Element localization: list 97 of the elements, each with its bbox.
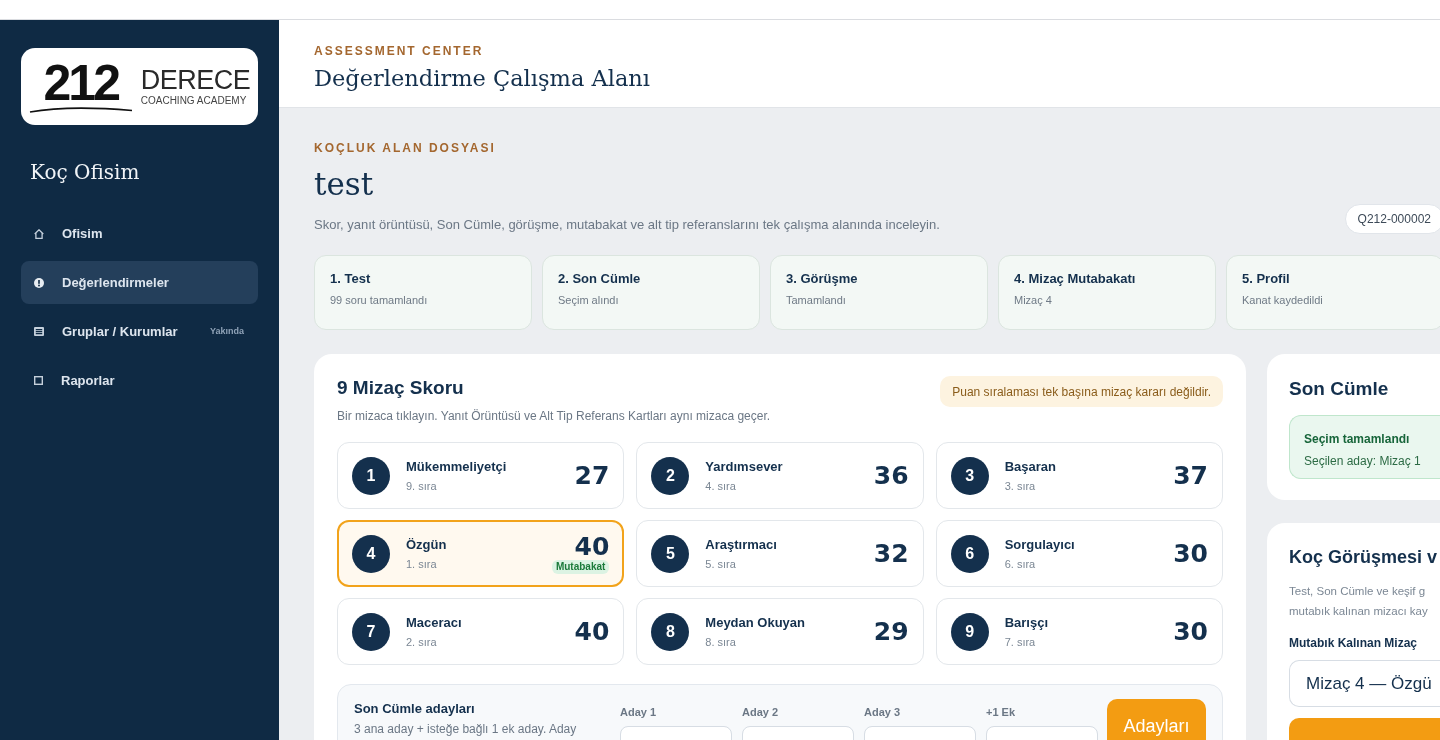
temperament-rank: 2. sıra — [406, 635, 438, 649]
temperament-tile[interactable]: 3 Başaran 3. sıra 37 — [935, 442, 1223, 509]
sidebar-item[interactable]: Ofisim — [21, 212, 258, 255]
temperament-score: 40 — [574, 533, 610, 560]
temperament-rank: 7. sıra — [1004, 635, 1037, 649]
interview-description-line: Test, Son Cümle ve keşif g — [1289, 584, 1427, 599]
scores-subtitle: Bir mizaca tıklayın. Yanıt Örüntüsü ve Alt Tip Referans Kartları aynı mizaca geçer. — [337, 408, 771, 425]
temperament-tile[interactable]: 5 Araştırmacı 5. sıra 32 — [636, 520, 924, 587]
sidebar-item[interactable]: Raporlar — [21, 359, 258, 402]
candidate-label: +1 Ek — [986, 705, 1017, 719]
temperament-score: 30 — [1173, 618, 1208, 645]
temperament-tile[interactable]: 7 Maceracı 2. sıra 40 — [337, 598, 625, 665]
soon-label: Yakında — [209, 324, 244, 338]
temperament-score: 36 — [873, 462, 909, 489]
temperament-rank: 4. sıra — [705, 479, 737, 493]
sidebar-title: Koç Ofisim — [30, 159, 141, 186]
temperament-name: Barışçı — [1004, 614, 1050, 631]
temperament-name: Başaran — [1004, 458, 1057, 475]
status-title: Seçim tamamlandı — [1304, 431, 1411, 448]
last-sentence-title: Son Cümle — [1289, 377, 1390, 401]
temperament-number: 3 — [950, 456, 989, 495]
sidebar-item[interactable]: Değerlendirmeler — [21, 261, 258, 304]
interview-description-line: mutabık kalınan mizacı kay — [1289, 604, 1429, 619]
step-title: 2. Son Cümle — [558, 271, 642, 287]
file-title: test — [314, 165, 375, 204]
step-status: 99 soru tamamlandı — [330, 293, 429, 308]
agreement-badge: Mutabakat — [551, 560, 610, 574]
temperament-name: Yardımsever — [705, 458, 784, 475]
step-status: Mizaç 4 — [1014, 293, 1053, 308]
temperament-name: Araştırmacı — [705, 536, 778, 553]
swoosh-icon — [28, 105, 133, 113]
file-eyebrow: KOÇLUK ALAN DOSYASI — [314, 141, 497, 155]
temperament-score: 32 — [873, 540, 909, 567]
temperament-name: Özgün — [406, 536, 448, 553]
scores-title: 9 Mizaç Skoru — [337, 376, 465, 400]
step-status: Tamamlandı — [786, 293, 847, 308]
temperament-name: Maceracı — [406, 614, 463, 631]
step-title: 1. Test — [330, 271, 372, 287]
sidebar-item-label: Gruplar / Kurumlar — [62, 322, 178, 341]
temperament-name: Mükemmeliyetçi — [406, 458, 508, 475]
temperament-score: 29 — [873, 618, 909, 645]
list-icon — [34, 327, 44, 336]
temperament-rank: 6. sıra — [1004, 557, 1037, 571]
page-title: Değerlendirme Çalışma Alanı — [314, 64, 651, 93]
candidate-label: Aday 3 — [864, 705, 902, 719]
logo-tagline: COACHING ACADEMY — [140, 96, 248, 106]
sidebar-item-label: Ofisim — [62, 224, 103, 243]
header-eyebrow: ASSESSMENT CENTER — [314, 44, 485, 58]
temperament-score: 27 — [574, 462, 610, 489]
logo-wordmark: DERECE — [140, 67, 251, 94]
temperament-number: 6 — [950, 534, 989, 573]
temperament-number: 1 — [352, 456, 390, 495]
temperament-name: Meydan Okuyan — [705, 614, 807, 631]
temperament-rank: 5. sıra — [705, 557, 737, 571]
temperament-number: 7 — [352, 612, 390, 651]
step-title: 3. Görüşme — [786, 271, 859, 287]
temperament-number: 9 — [950, 612, 989, 651]
temperament-name: Sorgulayıcı — [1004, 536, 1076, 553]
temperament-number: 2 — [651, 456, 690, 495]
sidebar-item-label: Değerlendirmeler — [62, 273, 169, 292]
candidates-title: Son Cümle adayları — [354, 701, 476, 717]
temperament-number: 8 — [651, 612, 690, 651]
logo-number: 212 — [43, 60, 118, 106]
temperament-number: 5 — [651, 534, 690, 573]
status-text: Seçilen aday: Mizaç 1 — [1304, 453, 1422, 470]
temperament-tile[interactable]: 1 Mükemmeliyetçi 9. sıra 27 — [337, 442, 625, 509]
candidate-label: Aday 2 — [742, 705, 780, 719]
temperament-tile[interactable]: 2 Yardımsever 4. sıra 36 — [636, 442, 924, 509]
temperament-tile[interactable]: 4 Özgün 1. sıra 40 Mutabakat — [337, 520, 625, 587]
agreed-temperament-label: Mutabık Kalınan Mizaç — [1289, 635, 1419, 652]
step-title: 5. Profil — [1242, 271, 1291, 287]
temperament-score: 40 — [574, 618, 610, 645]
temperament-rank: 9. sıra — [406, 479, 438, 493]
agreed-temperament-select[interactable]: Mizaç 4 — Özgü — [1289, 660, 1440, 707]
temperament-tile[interactable]: 9 Barışçı 7. sıra 30 — [935, 598, 1223, 665]
temperament-score: 37 — [1173, 462, 1208, 489]
ranking-notice: Puan sıralaması tek başına mizaç kararı değildir. — [940, 376, 1223, 407]
temperament-tile[interactable]: 6 Sorgulayıcı 6. sıra 30 — [935, 520, 1223, 587]
step-status: Kanat kaydedildi — [1242, 293, 1324, 308]
file-code: Q212-000002 — [1344, 204, 1440, 234]
candidates-note: 3 ana aday + isteğe bağlı 1 ek aday. Aday — [354, 722, 578, 737]
temperament-score: 30 — [1173, 540, 1208, 567]
temperament-rank: 8. sıra — [705, 635, 737, 649]
temperament-rank: 3. sıra — [1004, 479, 1037, 493]
sidebar-item[interactable]: Gruplar / Kurumlar Yakında — [21, 310, 258, 353]
file-description: Skor, yanıt örüntüsü, Son Cümle, görüşme, mutabakat ve alt tip referanslarını tek çalışma alanında inceleyin. — [314, 215, 940, 234]
square-icon — [34, 376, 43, 385]
sidebar-item-label: Raporlar — [61, 371, 115, 390]
candidate-label: Aday 1 — [620, 705, 658, 719]
interview-title: Koç Görüşmesi v — [1289, 546, 1439, 569]
temperament-tile[interactable]: 8 Meydan Okuyan 8. sıra 29 — [636, 598, 924, 665]
step-status: Seçim alındı — [558, 293, 620, 308]
home-icon — [34, 228, 44, 239]
step-title: 4. Mizaç Mutabakatı — [1014, 271, 1137, 287]
exclamation-icon — [34, 277, 44, 288]
temperament-rank: 1. sıra — [406, 557, 438, 571]
temperament-number: 4 — [352, 534, 390, 573]
